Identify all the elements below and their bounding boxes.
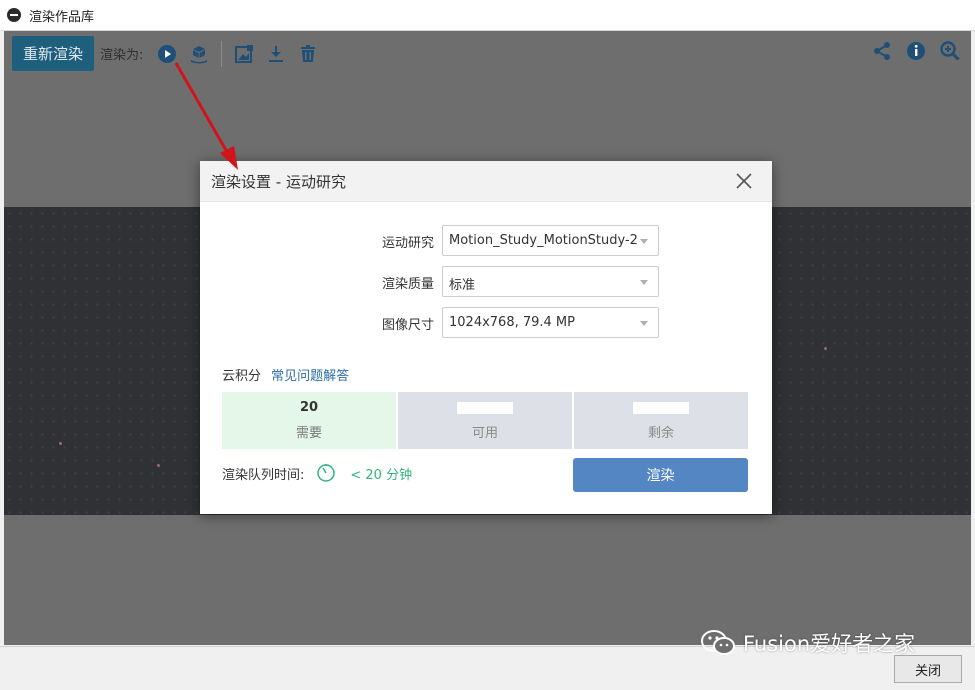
trash-icon[interactable] (298, 44, 318, 64)
credits-required-caption: 需要 (295, 426, 322, 441)
app-minimize-icon[interactable] (7, 8, 21, 22)
cloud-credits-label: 云积分 (222, 369, 262, 384)
render-quality-select[interactable]: 标准 (442, 266, 659, 297)
image-size-select[interactable]: 1024x768, 79.4 MP (442, 307, 659, 338)
motion-study-row: 运动研究 Motion_Study_MotionStudy-2 (200, 225, 772, 257)
zoom-in-icon[interactable] (940, 41, 960, 61)
cube-hand-icon[interactable] (189, 44, 209, 64)
render-quality-row: 渲染质量 标准 (200, 266, 772, 298)
share-icon[interactable] (872, 41, 892, 61)
credits-available-caption: 可用 (471, 426, 498, 441)
dialog-title: 渲染设置 - 运动研究 (211, 172, 346, 191)
cloud-credits-row: 云积分 常见问题解答 (222, 365, 349, 384)
chevron-down-icon (640, 280, 648, 285)
chevron-down-icon (640, 239, 648, 244)
image-size-row: 图像尺寸 1024x768, 79.4 MP (200, 307, 772, 339)
credits-remaining-value (633, 400, 689, 418)
faq-link[interactable]: 常见问题解答 (271, 369, 349, 384)
credits-required-value: 20 (299, 400, 319, 415)
image-size-label: 图像尺寸 (381, 318, 434, 333)
motion-study-value: Motion_Study_MotionStudy-2 (449, 233, 638, 248)
watermark-text: Fusion爱好者之家 (743, 632, 916, 656)
download-icon[interactable] (266, 44, 286, 64)
play-circle-icon[interactable] (157, 44, 177, 64)
render-quality-value: 标准 (449, 278, 476, 293)
render-settings-dialog: 渲染设置 - 运动研究 运动研究 Motion_Study_MotionStud… (200, 161, 772, 514)
toolbar-separator (221, 40, 223, 67)
watermark: Fusion爱好者之家 (699, 628, 915, 658)
window-titlebar: 渲染作品库 (0, 0, 975, 31)
redacted-value (633, 402, 689, 414)
window-title: 渲染作品库 (29, 9, 95, 25)
credits-required-cell: 20 需要 (222, 392, 396, 449)
close-button[interactable]: 关闭 (894, 655, 962, 683)
queue-time-label: 渲染队列时间: (222, 467, 305, 483)
redacted-value (457, 402, 513, 414)
credits-available-cell: 可用 (398, 392, 572, 449)
motion-study-label: 运动研究 (381, 236, 434, 251)
info-icon[interactable] (906, 41, 926, 61)
render-quality-label: 渲染质量 (381, 277, 434, 292)
texture-speck (59, 442, 62, 445)
edit-image-icon[interactable] (234, 44, 254, 64)
rerender-button[interactable]: 重新渲染 (12, 36, 95, 71)
queue-time-value: < 20 分钟 (350, 467, 413, 483)
close-icon[interactable] (734, 171, 754, 191)
credits-summary: 20 需要 可用 剩余 (222, 392, 748, 449)
queue-time-row: 渲染队列时间: < 20 分钟 (222, 463, 412, 483)
credits-available-value (457, 400, 513, 418)
render-as-label: 渲染为: (100, 48, 144, 63)
wechat-icon (699, 628, 739, 658)
toolbar-right-group (865, 41, 967, 61)
texture-speck (157, 464, 160, 467)
credits-remaining-caption: 剩余 (647, 426, 674, 441)
dialog-header: 渲染设置 - 运动研究 (200, 161, 772, 202)
texture-speck (824, 347, 827, 350)
timer-icon (316, 463, 336, 483)
motion-study-select[interactable]: Motion_Study_MotionStudy-2 (442, 225, 659, 256)
credits-remaining-cell: 剩余 (574, 392, 748, 449)
render-button[interactable]: 渲染 (573, 458, 748, 492)
image-size-value: 1024x768, 79.4 MP (449, 315, 575, 330)
gallery-toolbar: 重新渲染 渲染为: (4, 31, 971, 76)
chevron-down-icon (640, 321, 648, 326)
